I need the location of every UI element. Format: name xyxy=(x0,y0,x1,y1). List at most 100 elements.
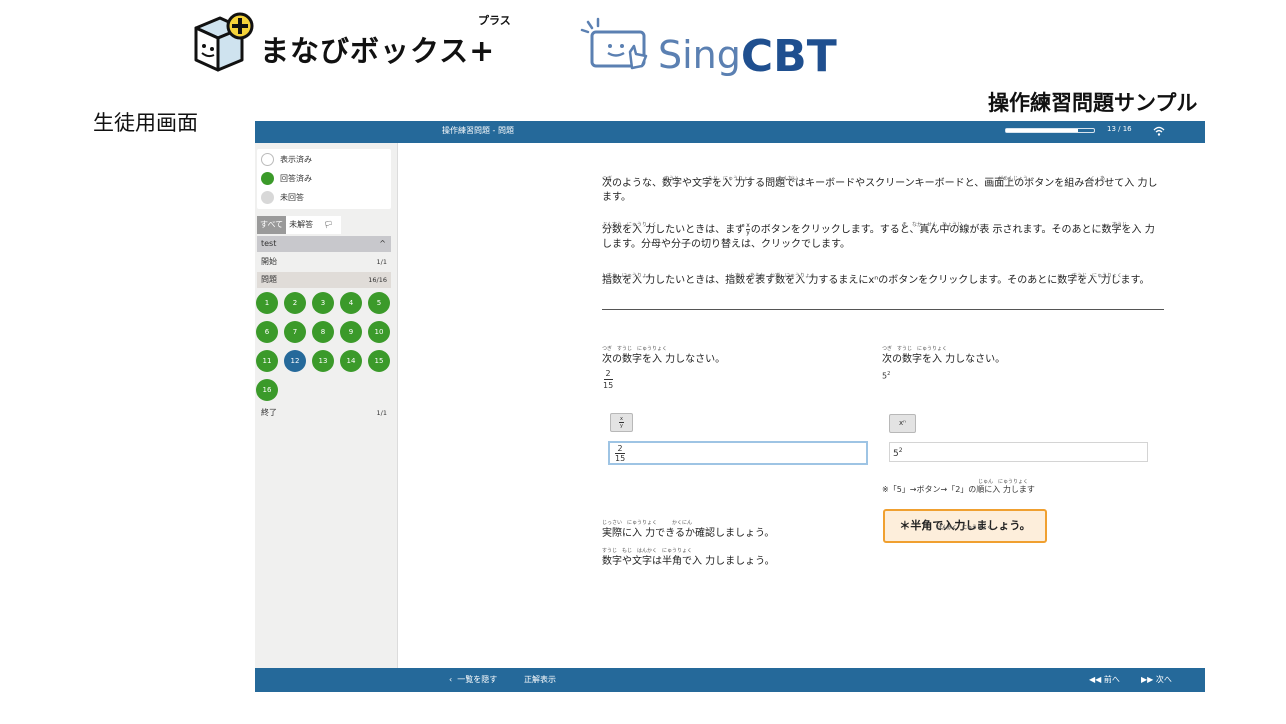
sidebar-item-questions[interactable]: 問題 16/16 xyxy=(257,272,391,288)
footer-text: 実際に入 力できるか確認しましょう。 xyxy=(602,528,775,539)
input-order-note: じゅん にゅうりょく ※「5」→ボタン→「2」の順に入 力します xyxy=(882,479,1035,495)
section-divider xyxy=(602,309,1164,310)
row-count: 1/1 xyxy=(376,409,387,417)
fraction-button[interactable]: x y xyxy=(610,413,633,432)
section-header-test[interactable]: test ^ xyxy=(257,236,391,252)
tab-unanswered[interactable]: 未解答 xyxy=(286,216,317,234)
ruby: もんだい xyxy=(778,176,799,182)
legend-unanswered: 未回答 xyxy=(261,189,304,205)
ruby: つぎ すうじ にゅうりょく xyxy=(602,346,668,352)
tablet-touch-icon xyxy=(580,17,648,70)
next-button[interactable]: ▶▶ 次へ xyxy=(1141,674,1172,685)
q1-denominator: 15 xyxy=(603,381,614,390)
legend-label: 回答済み xyxy=(280,173,312,183)
chevron-left-icon: ‹ xyxy=(449,675,453,684)
q2-exponent: 2 xyxy=(887,371,891,377)
ruby: く あ xyxy=(1090,176,1106,182)
flag-icon[interactable]: 🏳 xyxy=(316,216,342,234)
prev-label: 前へ xyxy=(1103,675,1120,684)
q2-answer-input[interactable]: 52 xyxy=(889,442,1148,462)
ruby: つぎ xyxy=(602,176,613,182)
q2-prompt-text: 次の数字を入 力しなさい。 xyxy=(882,354,1006,365)
row-label: 問題 xyxy=(261,275,277,284)
q2-answer-exponent: 2 xyxy=(898,447,903,454)
sidebar-item-start[interactable]: 開始 1/1 xyxy=(257,254,391,270)
q2-answer-power: 52 xyxy=(893,447,903,459)
question-button-5[interactable]: 5 xyxy=(368,292,390,314)
legend-answered: 回答済み xyxy=(261,170,312,186)
question-sidebar: 表示済み 回答済み 未回答 すべて 未解答 🏳 test ^ 開始 1/1 問題… xyxy=(255,143,398,668)
row-label: 終了 xyxy=(261,408,277,417)
wifi-icon xyxy=(1153,126,1165,136)
sample-title: 操作練習問題サンプル xyxy=(988,91,1198,115)
rewind-icon: ◀◀ xyxy=(1089,675,1102,684)
ruby: すうじ xyxy=(1112,222,1128,228)
show-answer-button[interactable]: 正解表示 xyxy=(524,674,556,685)
footer-line-1: じっさい にゅうりょく かくにん 実際に入 力できるか確認しましょう。 xyxy=(602,520,775,539)
answered-status-icon xyxy=(261,171,274,185)
question-button-4[interactable]: 4 xyxy=(340,292,362,314)
question-button-10[interactable]: 10 xyxy=(368,321,390,343)
top-bar: 操作練習問題 - 問題 13 / 16 xyxy=(255,121,1205,143)
sing-cbt-logo: SingCBT xyxy=(580,16,890,82)
manabi-plus: + xyxy=(469,34,496,69)
half-width-callout: はんかく にゅうりょく ＊半角で入力しましょう。 xyxy=(883,509,1047,543)
q1-answer-input[interactable]: 2 15 xyxy=(608,441,868,465)
tab-all[interactable]: すべて xyxy=(257,216,287,234)
ruby: すうじ もじ はんかく にゅうりょく xyxy=(602,548,693,554)
student-screen-label: 生徒用画面 xyxy=(93,111,198,135)
question-button-8[interactable]: 8 xyxy=(312,321,334,343)
manabi-box-wordmark: まなびボックス+ xyxy=(260,34,496,69)
question-button-9[interactable]: 9 xyxy=(340,321,362,343)
question-button-16[interactable]: 16 xyxy=(256,379,278,401)
viewed-status-icon xyxy=(261,152,274,166)
q1-fraction: 2 15 xyxy=(603,369,613,390)
question-button-6[interactable]: 6 xyxy=(256,321,278,343)
ruby: ま なか せん ひょうじ xyxy=(902,222,963,228)
section-title: test xyxy=(261,239,277,248)
fraction-bar xyxy=(603,379,613,380)
chevron-up-icon: ^ xyxy=(379,239,386,248)
exponent-icon: xⁿ xyxy=(899,419,906,427)
row-label: 開始 xyxy=(261,257,277,266)
sidebar-item-end[interactable]: 終了 1/1 xyxy=(257,405,391,421)
manabi-ruby: プラス xyxy=(478,14,511,27)
q1-answer-fraction: 2 15 xyxy=(615,444,625,463)
sing-cbt-wordmark: SingCBT xyxy=(658,31,837,82)
next-label: 次へ xyxy=(1155,675,1172,684)
cube-mascot-icon xyxy=(194,12,254,72)
question-button-2[interactable]: 2 xyxy=(284,292,306,314)
question-button-1[interactable]: 1 xyxy=(256,292,278,314)
ruby: もじ にゅうりょく xyxy=(708,176,754,182)
note-text: ※「5」→ボタン→「2」の順に入 力します xyxy=(882,485,1035,494)
row-count: 1/1 xyxy=(376,258,387,266)
hide-list-label: 一覧を隠す xyxy=(457,675,498,684)
exponent-button[interactable]: xⁿ xyxy=(889,414,916,433)
question-button-7[interactable]: 7 xyxy=(284,321,306,343)
legend-label: 表示済み xyxy=(280,154,312,164)
question-button-12[interactable]: 12 xyxy=(284,350,306,372)
q1-answer-numerator: 2 xyxy=(617,444,623,453)
q1-answer-denominator: 15 xyxy=(615,454,626,463)
page-count: 13 / 16 xyxy=(1107,125,1132,133)
question-button-3[interactable]: 3 xyxy=(312,292,334,314)
question-button-11[interactable]: 11 xyxy=(256,350,278,372)
bottom-bar: ‹ 一覧を隠す 正解表示 ◀◀ 前へ ▶▶ 次へ xyxy=(255,668,1205,692)
ruby: つぎ すうじ にゅうりょく xyxy=(882,346,948,352)
question-button-14[interactable]: 14 xyxy=(340,350,362,372)
question-button-13[interactable]: 13 xyxy=(312,350,334,372)
question-button-15[interactable]: 15 xyxy=(368,350,390,372)
progress-bar xyxy=(1005,128,1095,133)
prev-button[interactable]: ◀◀ 前へ xyxy=(1089,674,1120,685)
cbt-text: CBT xyxy=(740,31,837,82)
forward-icon: ▶▶ xyxy=(1141,675,1154,684)
filter-tabs: すべて 未解答 🏳 xyxy=(257,216,342,234)
inline-fraction-icon: xy xyxy=(746,222,750,236)
ruby: しすう にゅうりょく xyxy=(602,273,652,279)
ruby: すうじ xyxy=(664,176,680,182)
ruby: じゅん にゅうりょく xyxy=(978,479,1029,485)
fraction-icon-den: y xyxy=(620,423,623,429)
hide-list-button[interactable]: ‹ 一覧を隠す xyxy=(449,674,497,685)
cbt-app-window: 操作練習問題 - 問題 13 / 16 表示済み 回答済み 未回答 すべて 未解… xyxy=(255,121,1205,692)
row-count: 16/16 xyxy=(368,276,387,284)
